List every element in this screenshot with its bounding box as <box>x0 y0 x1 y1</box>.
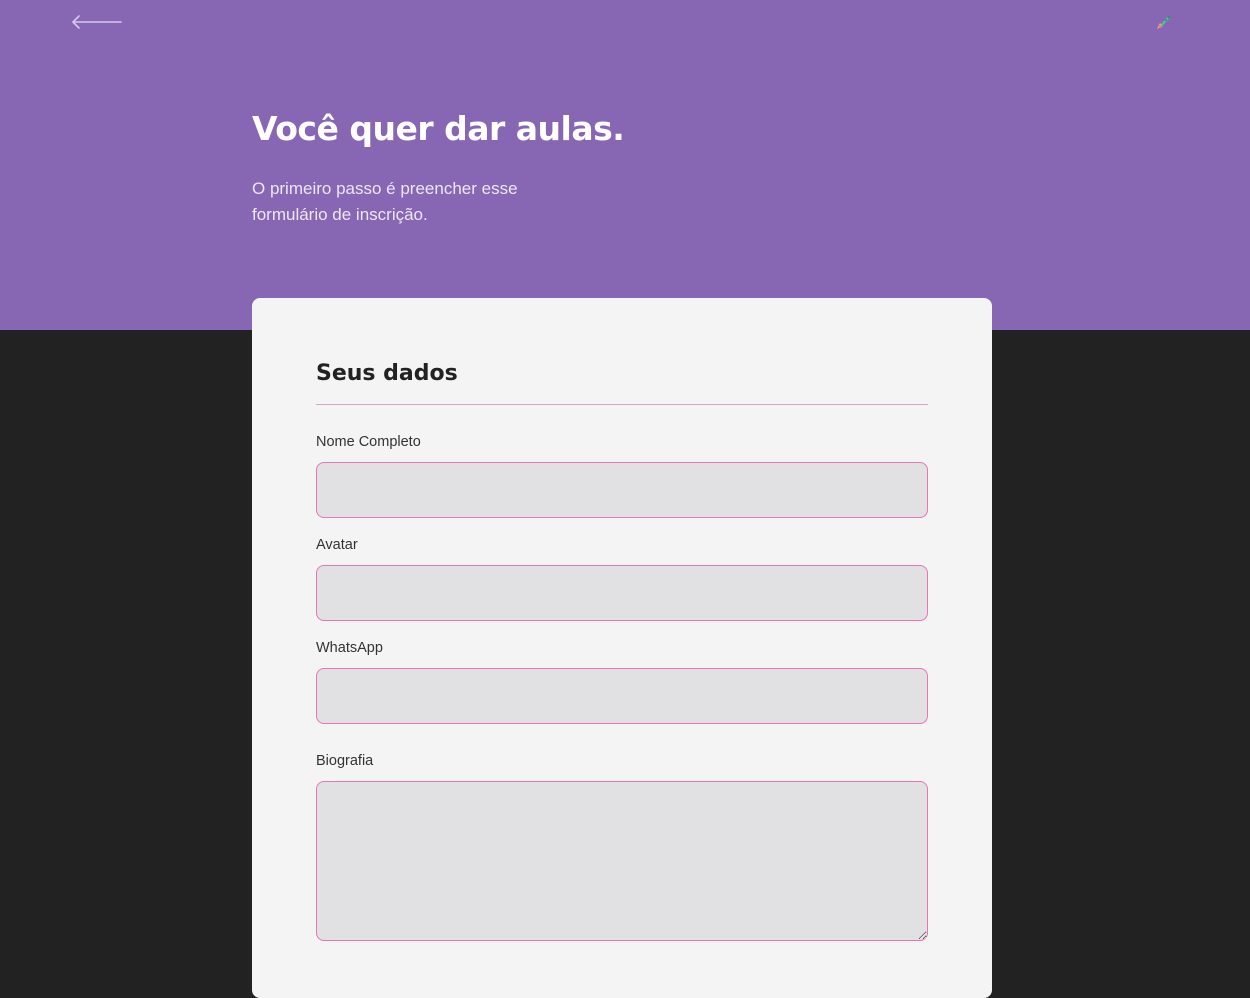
biography-label: Biografia <box>316 753 374 769</box>
page-description: O primeiro passo é preencher esse formul… <box>252 179 518 224</box>
avatar-label: Avatar <box>316 537 358 553</box>
back-button[interactable] <box>70 12 124 32</box>
section-title: Seus dados <box>316 361 458 386</box>
whatsapp-label: WhatsApp <box>316 640 383 656</box>
arrow-left-icon <box>72 15 122 29</box>
form-card: Seus dados Nome Completo Avatar WhatsApp… <box>252 298 992 998</box>
section-divider <box>316 404 928 405</box>
page-title: Você quer dar aulas. <box>252 109 625 148</box>
page-header: Você quer dar aulas. O primeiro passo é … <box>0 0 1250 330</box>
rocket-icon <box>1154 12 1174 32</box>
full-name-input[interactable] <box>316 462 928 518</box>
avatar-input[interactable] <box>316 565 928 621</box>
full-name-label: Nome Completo <box>316 434 421 450</box>
biography-textarea[interactable] <box>316 781 928 941</box>
whatsapp-input[interactable] <box>316 668 928 724</box>
